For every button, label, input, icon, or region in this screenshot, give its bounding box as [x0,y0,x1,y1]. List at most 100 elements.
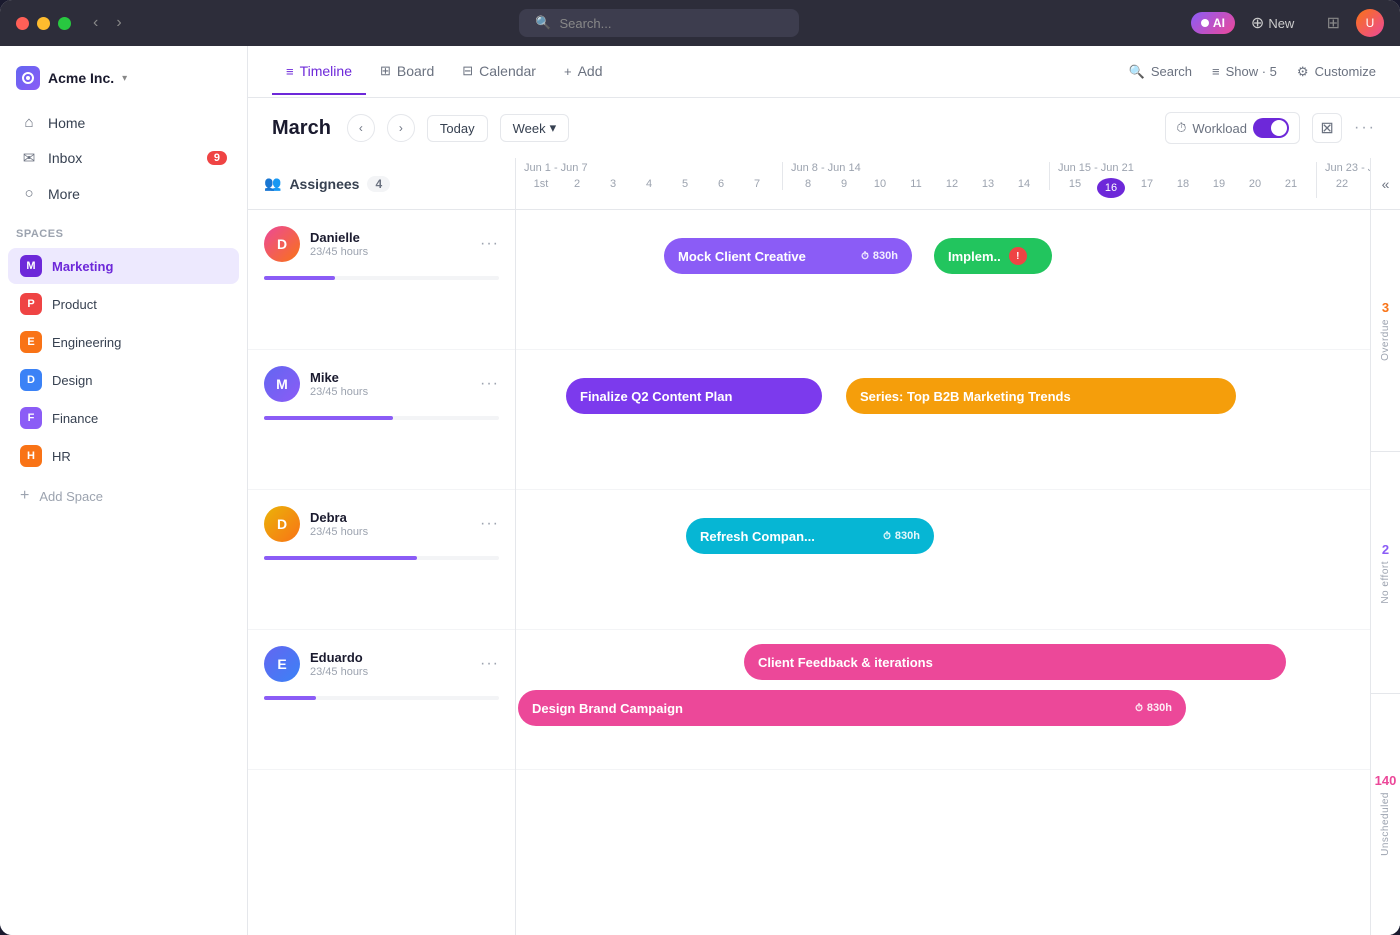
filter-button[interactable]: ⊠ [1312,113,1342,143]
task-design-brand[interactable]: Design Brand Campaign ⏱ 830h [518,690,1186,726]
tab-calendar[interactable]: ⊟ Calendar [448,49,550,95]
tab-add-label: Add [578,63,603,79]
tab-timeline[interactable]: ≡ Timeline [272,49,366,95]
week-dropdown[interactable]: Week ▾ [500,114,570,142]
assignee-name-eduardo: Eduardo [310,650,470,665]
new-label: New [1268,16,1294,31]
maximize-button[interactable] [58,17,71,30]
space-label-design: Design [52,373,92,388]
assignee-menu-eduardo[interactable]: ··· [480,655,499,673]
hours-icon: ⏱ [1135,703,1143,714]
workspace-logo [16,66,40,90]
show-label: Show · 5 [1226,64,1277,79]
toggle-knob [1271,120,1287,136]
space-item-finance[interactable]: F Finance [8,400,239,436]
task-client-feedback[interactable]: Client Feedback & iterations [744,644,1286,680]
sidebar: Acme Inc. ▾ ⌂ Home ✉ Inbox 9 ○ More Spa [0,46,248,935]
task-series-b2b[interactable]: Series: Top B2B Marketing Trends [846,378,1236,414]
day-18: 18 [1166,178,1200,198]
space-dot-design: D [20,369,42,391]
new-button[interactable]: ⊕ New [1251,13,1294,33]
search-action-label: Search [1151,64,1192,79]
assignee-hours-debra: 23/45 hours [310,526,470,538]
tab-board[interactable]: ⊞ Board [366,49,448,95]
task-finalize-q2[interactable]: Finalize Q2 Content Plan [566,378,822,414]
space-dot-hr: H [20,445,42,467]
collapse-panel-button[interactable]: « [1371,158,1400,210]
add-space-button[interactable]: + Add Space [8,480,239,512]
sidebar-item-more[interactable]: ○ More [8,177,239,210]
assignee-menu-danielle[interactable]: ··· [480,235,499,253]
no-effort-count: 2 [1382,542,1389,557]
workload-button[interactable]: ⏱ Workload [1165,112,1300,144]
collapse-icon: « [1382,176,1390,192]
minimize-button[interactable] [37,17,50,30]
progress-fill-mike [264,416,393,420]
unscheduled-label: Unscheduled [1380,792,1391,856]
grid-row-debra: Refresh Compan... ⏱ 830h [516,490,1370,630]
week-group-2: Jun 8 - Jun 14 8 9 10 11 12 13 14 [783,162,1050,190]
sidebar-item-home[interactable]: ⌂ Home [8,106,239,139]
sidebar-item-inbox[interactable]: ✉ Inbox 9 [8,141,239,175]
user-avatar[interactable]: U [1356,9,1384,37]
space-item-design[interactable]: D Design [8,362,239,398]
inbox-icon: ✉ [20,149,38,167]
day-5: 5 [668,178,702,190]
back-button[interactable]: ‹ [87,12,104,34]
show-icon: ≡ [1212,64,1220,79]
nav-home-label: Home [48,115,85,131]
assignees-column: 👥 Assignees 4 D Danielle 23/45 hours · [248,158,516,935]
grid-icon[interactable]: ⊞ [1327,13,1340,33]
day-22: 22 [1325,178,1359,190]
ai-label: AI [1213,16,1225,30]
space-item-engineering[interactable]: E Engineering [8,324,239,360]
search-action[interactable]: 🔍 Search [1129,64,1192,80]
more-icon: ○ [20,185,38,202]
space-item-hr[interactable]: H HR [8,438,239,474]
overdue-label: Overdue [1380,319,1391,361]
more-options-icon[interactable]: ··· [1354,119,1376,137]
assignee-menu-debra[interactable]: ··· [480,515,499,533]
space-dot-engineering: E [20,331,42,353]
space-label-product: Product [52,297,97,312]
close-button[interactable] [16,17,29,30]
next-month-button[interactable]: › [387,114,415,142]
day-21: 21 [1274,178,1308,198]
assignee-menu-mike[interactable]: ··· [480,375,499,393]
week-group-4: Jun 23 - Jun 28 22 23 24 25 26 [1317,162,1370,190]
show-action[interactable]: ≡ Show · 5 [1212,64,1277,79]
task-label: Client Feedback & iterations [758,655,933,670]
assignees-count: 4 [367,176,390,192]
global-search-bar[interactable]: 🔍 Search... [519,9,799,37]
task-mock-client-creative[interactable]: Mock Client Creative ⏱ 830h [664,238,912,274]
task-implement[interactable]: Implem.. ! [934,238,1052,274]
main-layout: Acme Inc. ▾ ⌂ Home ✉ Inbox 9 ○ More Spa [0,46,1400,935]
task-hours: ⏱ 830h [1135,702,1172,714]
space-label-hr: HR [52,449,71,464]
task-refresh-company[interactable]: Refresh Compan... ⏱ 830h [686,518,934,554]
day-15: 15 [1058,178,1092,198]
workspace-header[interactable]: Acme Inc. ▾ [0,58,247,106]
space-item-marketing[interactable]: M Marketing [8,248,239,284]
unscheduled-section[interactable]: 140 Unscheduled [1371,694,1400,935]
today-button[interactable]: Today [427,115,488,142]
grid-row-danielle: Mock Client Creative ⏱ 830h Implem.. ! [516,210,1370,350]
forward-button[interactable]: › [110,12,127,34]
prev-month-button[interactable]: ‹ [347,114,375,142]
week-group-3: Jun 15 - Jun 21 15 16 17 18 19 20 21 [1050,162,1317,198]
customize-action[interactable]: ⚙ Customize [1297,64,1376,80]
tab-calendar-label: Calendar [479,63,536,79]
day-16-today: 16 [1097,178,1125,198]
day-12: 12 [935,178,969,190]
workload-toggle[interactable] [1253,118,1289,138]
workspace-name: Acme Inc. [48,70,114,86]
tab-add[interactable]: + Add [550,49,617,95]
day-7: 7 [740,178,774,190]
timeline-grid: Jun 1 - Jun 7 1st 2 3 4 5 6 7 [516,158,1370,935]
tab-bar: ≡ Timeline ⊞ Board ⊟ Calendar + Add [248,46,1400,98]
overdue-section[interactable]: 3 Overdue [1371,210,1400,452]
ai-badge[interactable]: AI [1191,12,1235,34]
day-11: 11 [899,178,933,190]
no-effort-section[interactable]: 2 No effort [1371,452,1400,694]
space-item-product[interactable]: P Product [8,286,239,322]
